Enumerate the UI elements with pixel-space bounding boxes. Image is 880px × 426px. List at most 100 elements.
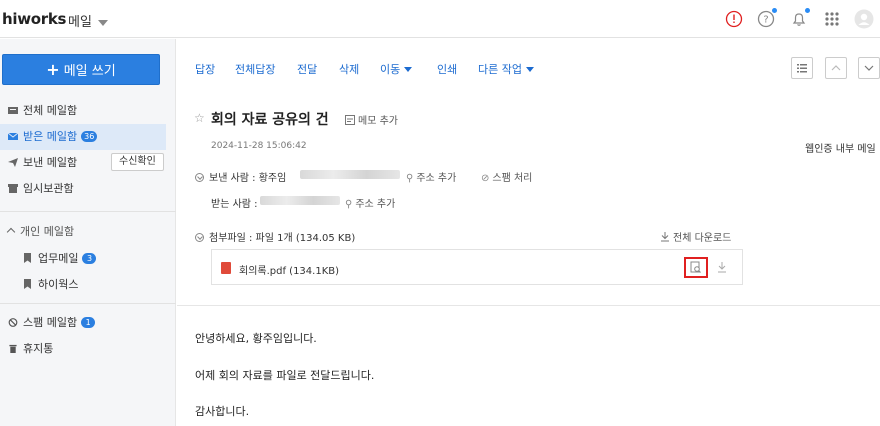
auth-note: 웹인증 내부 메일 [805, 144, 876, 155]
forward-button[interactable]: 전달 [297, 61, 317, 77]
help-button[interactable]: ? [756, 8, 777, 29]
mail-body-line: 감사합니다. [195, 405, 250, 418]
sidebar-item-spam[interactable]: 스팸 메일함 1 [0, 310, 166, 336]
logo[interactable]: hiworks [2, 10, 66, 28]
mail-body-line: 안녕하세요, 황주임입니다. [195, 332, 317, 345]
notifications-button[interactable] [789, 8, 810, 29]
compose-label: 메일 쓰기 [63, 64, 116, 79]
expand-icon[interactable] [195, 233, 204, 242]
sidebar-item-label: 받은 메일함 [23, 130, 78, 143]
section-title: 개인 메일함 [20, 225, 75, 238]
download-all-button[interactable]: 전체 다운로드 [660, 229, 731, 244]
prev-mail-button[interactable] [825, 57, 847, 79]
more-actions-button[interactable]: 다른 작업 [478, 61, 534, 77]
spam-icon: ⊘ [481, 173, 490, 184]
mail-subject: 회의 자료 공유의 건 [211, 112, 329, 128]
notify-dot [772, 8, 777, 13]
sidebar-item-label: 전체 메일함 [23, 104, 78, 117]
compose-button[interactable]: + 메일 쓰기 [2, 54, 160, 85]
sidebar-item-label: 휴지통 [23, 342, 54, 355]
reply-all-button[interactable]: 전체답장 [235, 61, 275, 77]
divider [0, 303, 176, 304]
move-label: 이동 [380, 63, 401, 76]
plus-icon: + [46, 60, 60, 79]
sidebar-item-hiworks[interactable]: 하이웍스 [24, 276, 78, 292]
attachment-summary: 첨부파일 : 파일 1개 (134.05 KB) [209, 233, 356, 244]
add-contact-icon: ⚲ [345, 199, 353, 210]
toolbar: 답장 전체답장 전달 삭제 이동 인쇄 다른 작업 [177, 39, 880, 99]
memo-label: 메모 추가 [358, 116, 398, 127]
attachment-name[interactable]: 회의록.pdf (134.1KB) [239, 262, 339, 277]
apps-grid-icon[interactable] [822, 9, 842, 29]
star-icon[interactable]: ☆ [194, 111, 205, 125]
sidebar-item-sent[interactable]: 보낸 메일함 수신확인 [0, 150, 166, 176]
recipient-address-redacted [260, 196, 340, 205]
sidebar-item-label: 업무메일 [38, 252, 79, 265]
unread-badge: 1 [81, 317, 96, 328]
inbox-icon [8, 107, 18, 114]
memo-icon [345, 115, 355, 125]
sidebar-item-trash[interactable]: 휴지통 [0, 336, 166, 362]
bookmark-icon [24, 279, 31, 289]
mail-body-line: 어제 회의 자료를 파일로 전달드립니다. [195, 369, 375, 382]
chevron-down-icon [864, 65, 874, 71]
message-view: 답장 전체답장 전달 삭제 이동 인쇄 다른 작업 ☆ 회의 자료 공유의 건 … [177, 39, 880, 426]
unread-badge: 3 [82, 253, 97, 264]
add-address-label: 주소 추가 [416, 173, 457, 184]
bookmark-icon [24, 253, 31, 263]
app-switcher[interactable]: 메일 [68, 11, 108, 30]
delete-button[interactable]: 삭제 [339, 61, 359, 77]
top-bar: hiworks 메일 ? [0, 0, 880, 38]
personal-mailbox-toggle[interactable]: 개인 메일함 [6, 223, 74, 239]
attachment-item: 회의록.pdf (134.1KB) [211, 249, 743, 285]
sidebar-item-label: 하이웍스 [38, 278, 79, 291]
list-view-button[interactable] [791, 57, 813, 79]
attachment-summary-row: 첨부파일 : 파일 1개 (134.05 KB) [195, 229, 355, 244]
svg-text:?: ? [763, 15, 768, 26]
add-address-button[interactable]: ⚲ 주소 추가 [406, 169, 456, 184]
mail-icon [8, 132, 18, 140]
mail-date: 2024-11-28 15:06:42 [211, 141, 307, 151]
preview-button[interactable] [684, 257, 708, 278]
download-icon [661, 232, 669, 242]
alert-circle-icon[interactable] [724, 9, 744, 29]
add-contact-icon: ⚲ [406, 173, 414, 184]
more-actions-label: 다른 작업 [478, 63, 522, 76]
sidebar-item-label: 보낸 메일함 [23, 156, 78, 169]
add-memo-button[interactable]: 메모 추가 [345, 112, 398, 127]
sidebar-item-drafts[interactable]: 임시보관함 [0, 176, 166, 202]
move-button[interactable]: 이동 [380, 61, 413, 77]
from-label: 보낸 사람 : 황주임 [209, 173, 287, 184]
chevron-up-icon [831, 65, 841, 71]
avatar[interactable] [854, 9, 874, 29]
unread-badge: 36 [81, 131, 98, 142]
spam-icon [8, 318, 18, 327]
add-address-button[interactable]: ⚲ 주소 추가 [345, 195, 395, 210]
reply-button[interactable]: 답장 [195, 61, 215, 77]
chevron-up-icon [6, 227, 16, 237]
sidebar-item-label: 스팸 메일함 [23, 316, 78, 329]
list-icon [797, 64, 807, 73]
read-receipt-button[interactable]: 수신확인 [111, 153, 164, 171]
download-icon[interactable] [717, 261, 727, 273]
divider [0, 211, 176, 212]
sender-address-redacted [300, 170, 400, 179]
add-address-label: 주소 추가 [355, 199, 396, 210]
trash-icon [9, 344, 17, 353]
pdf-file-icon [221, 262, 231, 274]
download-all-label: 전체 다운로드 [673, 233, 732, 244]
mark-spam-button[interactable]: ⊘ 스팸 처리 [481, 169, 532, 184]
sidebar-item-inbox[interactable]: 받은 메일함 36 [0, 124, 166, 150]
print-button[interactable]: 인쇄 [437, 61, 457, 77]
draft-icon [8, 184, 18, 193]
sidebar: + 메일 쓰기 전체 메일함 받은 메일함 36 보낸 메일함 수신확인 임시보관함… [0, 39, 176, 426]
app-switcher-label: 메일 [68, 15, 92, 30]
sidebar-item-work-mail[interactable]: 업무메일 3 [24, 250, 97, 266]
sidebar-item-all-mail[interactable]: 전체 메일함 [0, 98, 166, 124]
expand-icon[interactable] [195, 173, 204, 182]
to-row: 받는 사람 : [211, 199, 258, 210]
next-mail-button[interactable] [858, 57, 880, 79]
spam-action-label: 스팸 처리 [492, 173, 533, 184]
from-row: 보낸 사람 : 황주임 [195, 169, 286, 184]
send-icon [8, 158, 18, 167]
